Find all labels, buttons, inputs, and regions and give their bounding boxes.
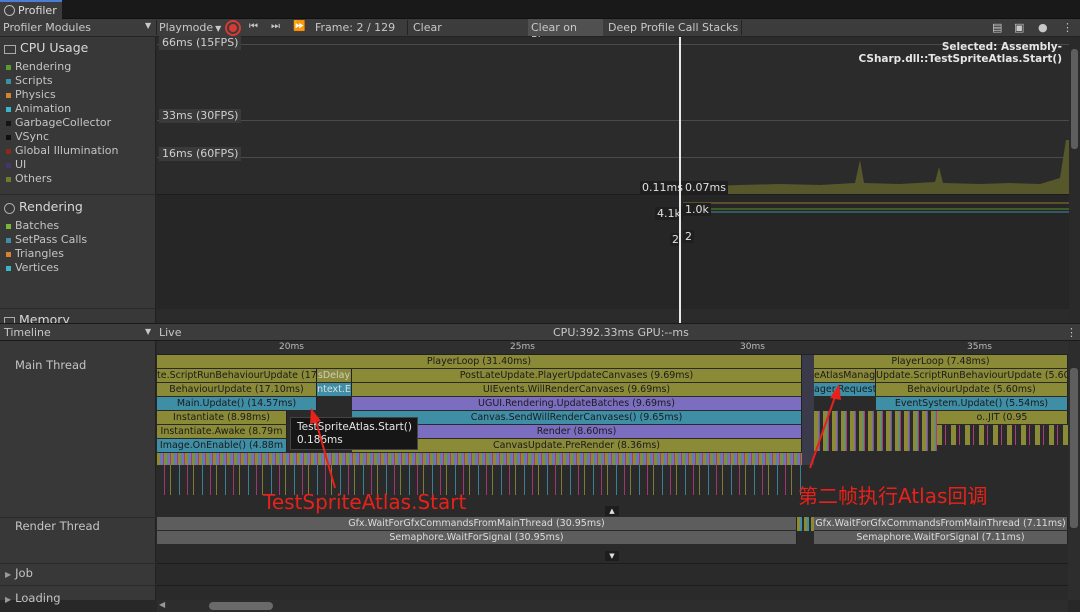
annotation-arrow-right: [809, 393, 837, 469]
annotation-right-text: 第二帧执行Atlas回调: [798, 484, 988, 508]
annotation-arrow-left: [314, 417, 336, 489]
annotation-left-text: TestSpriteAtlas.Start: [263, 490, 467, 514]
arrow-head-icon: [310, 408, 321, 424]
arrow-head-icon: [830, 384, 841, 400]
annotation-arrows: [310, 384, 841, 489]
